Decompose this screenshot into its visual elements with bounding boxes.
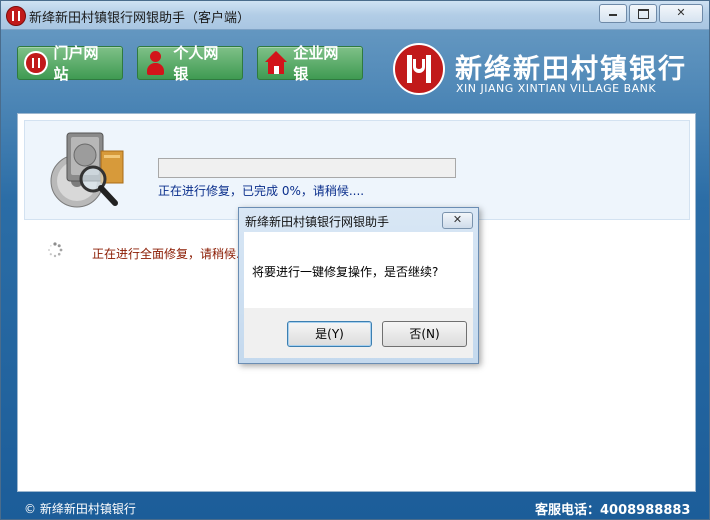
dialog-body: 将要进行一键修复操作，是否继续? — [244, 232, 473, 308]
dialog-title: 新绛新田村镇银行网银助手 — [245, 215, 390, 229]
minimize-icon — [609, 14, 617, 16]
repair-progress-text: 正在进行修复，已完成 0%，请稍候.... — [158, 184, 365, 198]
no-button[interactable]: 否(N) — [382, 321, 467, 347]
nav-portal-label: 门户网站 — [53, 44, 99, 83]
nav-corporate-button[interactable]: 企业网银 — [257, 44, 363, 83]
nav-portal-button[interactable]: 门户网站 — [17, 44, 123, 83]
dialog-message: 将要进行一键修复操作，是否继续? — [252, 265, 439, 279]
maximize-icon — [638, 9, 649, 19]
close-button[interactable]: ✕ — [659, 4, 703, 23]
bank-logo — [393, 43, 445, 95]
maximize-button[interactable] — [629, 4, 657, 23]
close-icon: ✕ — [676, 6, 686, 19]
close-icon: ✕ — [452, 213, 463, 226]
nav-personal-label: 个人网银 — [173, 44, 219, 83]
window-controls: ✕ — [599, 4, 703, 23]
title-bar[interactable]: 新绛新田村镇银行网银助手（客户端） ✕ — [1, 1, 709, 30]
main-window: 新绛新田村镇银行网银助手（客户端） ✕ 门户网站 个人网银 企业网银 新绛新田村… — [0, 0, 710, 520]
bank-name: 新绛新田村镇银行 — [455, 54, 687, 85]
repair-progress-bar — [158, 158, 456, 178]
house-icon — [264, 51, 288, 75]
dialog-footer: 是(Y) 否(N) — [244, 308, 473, 358]
window-title: 新绛新田村镇银行网银助手（客户端） — [29, 11, 251, 26]
loading-spinner-icon — [48, 242, 63, 258]
copyright-text: © 新绛新田村镇银行 — [24, 502, 136, 516]
bank-logo-icon — [24, 51, 48, 75]
service-phone-text: 客服电话：4008988883 — [535, 503, 691, 518]
nav-corporate-label: 企业网银 — [293, 44, 339, 83]
repair-progress-box: 正在进行修复，已完成 0%，请稍候.... — [24, 120, 690, 220]
bank-name-en: XIN JIANG XINTIAN VILLAGE BANK — [456, 82, 657, 95]
bank-logo-icon — [6, 6, 26, 26]
yes-button[interactable]: 是(Y) — [287, 321, 372, 347]
confirm-dialog: 新绛新田村镇银行网银助手 ✕ 将要进行一键修复操作，是否继续? 是(Y) 否(N… — [238, 207, 479, 364]
repair-status-text: 正在进行全面修复，请稍候... — [92, 247, 248, 261]
minimize-button[interactable] — [599, 4, 627, 23]
dialog-close-button[interactable]: ✕ — [442, 212, 473, 229]
hard-disk-repair-icon — [50, 132, 124, 208]
nav-personal-button[interactable]: 个人网银 — [137, 44, 243, 83]
person-icon — [144, 51, 167, 75]
